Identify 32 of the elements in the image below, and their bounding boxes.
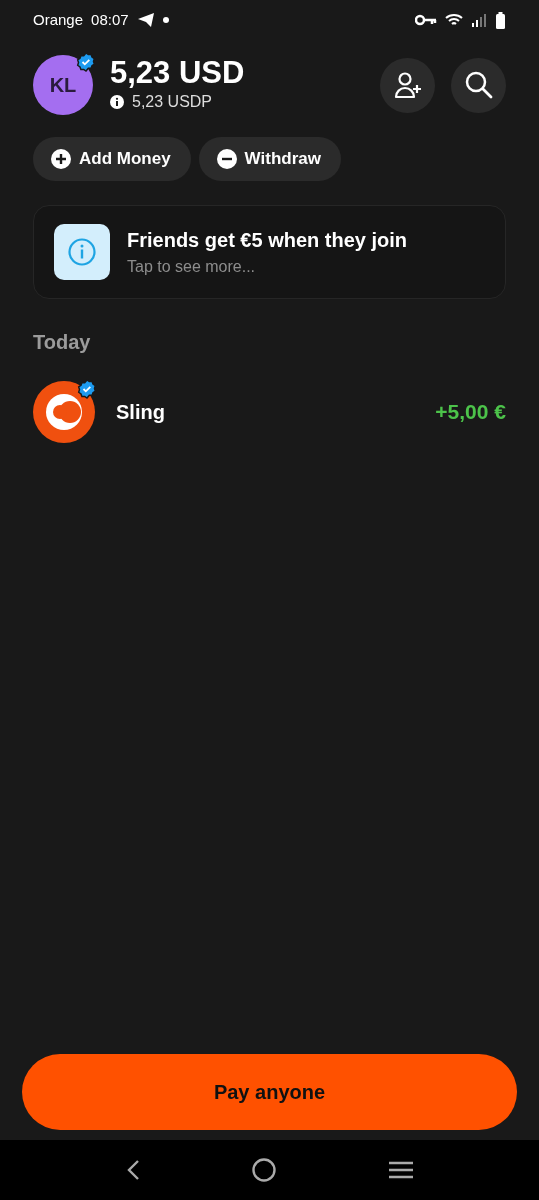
plus-icon — [51, 149, 71, 169]
promo-title: Friends get €5 when they join — [127, 228, 408, 253]
section-heading: Today — [33, 330, 92, 355]
promo-card[interactable]: Friends get €5 when they join Tap to see more... — [33, 205, 506, 299]
promo-subtitle: Tap to see more... — [127, 257, 257, 277]
search-icon — [463, 70, 494, 100]
action-button[interactable]: Add Money — [33, 137, 191, 181]
transaction-row[interactable]: Sling +5,00 € — [33, 381, 506, 443]
send-icon — [136, 12, 155, 28]
clock-time: 08:07 — [91, 9, 129, 30]
action-button[interactable]: Withdraw — [198, 137, 341, 181]
signal-icon — [471, 13, 487, 27]
avatar-initials: KL — [49, 73, 77, 98]
balance-amount: 5,23 USD — [110, 55, 245, 91]
info-icon — [54, 224, 110, 280]
secondary-balance: 5,23 USDP — [132, 92, 213, 113]
info-icon — [110, 95, 124, 110]
merchant-logo — [33, 381, 95, 443]
menu-icon[interactable] — [387, 1160, 414, 1180]
add-person-icon — [392, 70, 423, 100]
avatar[interactable]: KL — [33, 55, 93, 115]
pay-anyone-button[interactable]: Pay anyone — [22, 1054, 517, 1130]
back-icon[interactable] — [125, 1159, 140, 1181]
home-icon[interactable] — [250, 1157, 277, 1183]
merchant-name: Sling — [116, 400, 166, 425]
minus-icon — [216, 149, 237, 169]
wifi-icon — [445, 13, 463, 27]
notification-dot-icon — [162, 17, 169, 23]
carrier-name: Orange — [33, 9, 84, 30]
key-icon — [415, 14, 437, 26]
transaction-amount: +5,00 € — [435, 399, 506, 426]
battery-icon — [495, 11, 506, 29]
